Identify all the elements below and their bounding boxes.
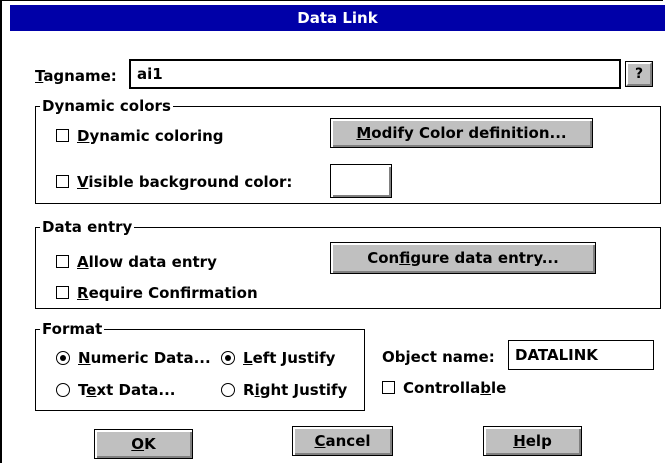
right-justify-radio[interactable] (221, 383, 235, 397)
modify-button-text: odify Color definition... (371, 124, 567, 142)
help-button[interactable]: Help (483, 426, 582, 456)
dynamic-coloring-text: ynamic coloring (89, 127, 224, 145)
allow-data-entry-label[interactable]: Allow data entry (77, 253, 217, 271)
allow-data-entry-text: llow data entry (88, 253, 217, 271)
cancel-mnemonic: C (314, 432, 326, 450)
format-title: Format (40, 320, 105, 338)
tagname-input[interactable]: ai1 (129, 59, 621, 89)
modify-color-definition-button[interactable]: Modify Color definition... (330, 118, 593, 148)
help-mnemonic: H (513, 432, 526, 450)
controllable-checkbox[interactable] (382, 381, 395, 394)
background-color-swatch[interactable] (330, 164, 392, 198)
numeric-data-label[interactable]: Numeric Data... (78, 349, 211, 367)
left-radio-dot (225, 355, 231, 361)
dynamic-coloring-label[interactable]: Dynamic coloring (77, 127, 224, 145)
visible-background-label[interactable]: Visible background color: (77, 173, 292, 191)
left-justify-label[interactable]: Left Justify (243, 349, 335, 367)
configure-text-a: Con (367, 249, 400, 267)
configure-data-entry-button[interactable]: Configure data entry... (330, 242, 596, 274)
require-confirmation-label[interactable]: Require Confirmation (77, 284, 258, 302)
ok-text: K (144, 435, 156, 453)
title-bar[interactable]: Data Link (10, 5, 665, 31)
controllable-mnemonic: b (480, 379, 492, 397)
data-entry-title: Data entry (40, 218, 135, 236)
ok-mnemonic: O (131, 435, 145, 453)
dynamic-coloring-mnemonic: D (77, 127, 90, 145)
dynamic-coloring-checkbox[interactable] (56, 129, 69, 142)
tagname-help-button[interactable]: ? (625, 61, 653, 87)
numeric-radio-dot (60, 355, 66, 361)
cancel-button[interactable]: Cancel (292, 426, 393, 456)
right-justify-a: R (243, 381, 255, 399)
left-justify-radio[interactable] (221, 351, 235, 365)
controllable-label[interactable]: Controllable (403, 379, 506, 397)
configure-text-b: igure data entry... (410, 249, 559, 267)
left-justify-text: eft Justify (252, 349, 336, 367)
require-confirmation-checkbox[interactable] (56, 286, 69, 299)
visible-mnemonic: V (77, 173, 89, 191)
help-text: elp (525, 432, 552, 450)
numeric-mnemonic: N (78, 349, 91, 367)
data-link-dialog: Data Link Tagname: ai1 ? Dynamic colors … (0, 0, 665, 463)
numeric-data-text: umeric Data... (90, 349, 211, 367)
right-justify-label[interactable]: Right Justify (243, 381, 347, 399)
configure-mnemonic: f (399, 249, 411, 267)
visible-background-checkbox[interactable] (56, 175, 69, 188)
numeric-data-radio[interactable] (56, 351, 70, 365)
controllable-a: Controlla (403, 379, 481, 397)
dialog-title: Data Link (297, 9, 378, 27)
object-name-input[interactable]: DATALINK (508, 340, 654, 370)
text-data-label[interactable]: Text Data... (78, 381, 175, 399)
text-data-radio[interactable] (56, 383, 70, 397)
cancel-text: ancel (325, 432, 371, 450)
tagname-label-text: agname: (43, 67, 117, 85)
allow-data-entry-checkbox[interactable] (56, 255, 69, 268)
allow-mnemonic: A (77, 253, 89, 271)
controllable-b: le (491, 379, 507, 397)
ok-button[interactable]: OK (94, 429, 193, 459)
left-mnemonic: L (243, 349, 253, 367)
visible-background-text: isible background color: (88, 173, 293, 191)
require-confirmation-text: equire Confirmation (88, 284, 258, 302)
modify-mnemonic: M (356, 124, 372, 142)
text-data-b: xt Data... (96, 381, 176, 399)
require-mnemonic: R (77, 284, 89, 302)
tagname-label: Tagname: (35, 67, 117, 85)
dynamic-colors-title: Dynamic colors (40, 97, 173, 115)
right-justify-b: ght Justify (259, 381, 348, 399)
text-data-a: T (78, 381, 87, 399)
text-mnemonic: e (86, 381, 97, 399)
object-name-label: Object name: (382, 348, 495, 366)
